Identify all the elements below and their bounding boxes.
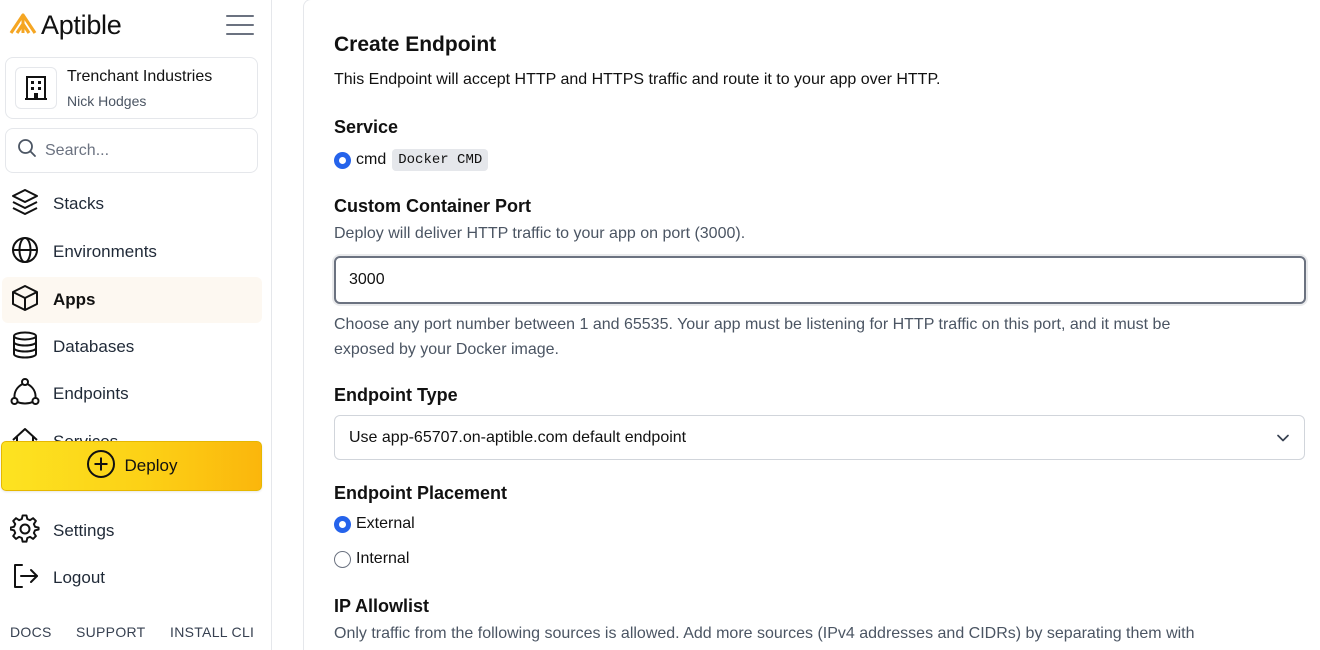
- building-icon: [15, 67, 57, 109]
- brand-name: Aptible: [41, 10, 122, 40]
- sidebar-item-settings[interactable]: Settings: [2, 508, 262, 554]
- port-help-top: Deploy will deliver HTTP traffic to your…: [334, 225, 746, 242]
- ip-allowlist-help: Only traffic from the following sources …: [334, 625, 1195, 642]
- search-input[interactable]: [45, 141, 245, 160]
- sidebar-item-label: Settings: [53, 521, 115, 540]
- service-option-cmd[interactable]: cmd Docker CMD: [334, 149, 489, 171]
- placement-option-internal[interactable]: Internal: [334, 550, 409, 568]
- page-description: This Endpoint will accept HTTP and HTTPS…: [334, 71, 941, 88]
- sidebar-item-label: Endpoints: [53, 384, 129, 403]
- page-title: Create Endpoint: [334, 33, 497, 56]
- brand-logo[interactable]: Aptible: [9, 10, 122, 41]
- placement-option-external[interactable]: External: [334, 515, 415, 533]
- org-user: Nick Hodges: [67, 92, 147, 109]
- port-help-line-1: Choose any port number between 1 and 655…: [334, 316, 1171, 333]
- sidebar-item-stacks[interactable]: Stacks: [2, 181, 262, 227]
- endpoint-type-label: Endpoint Type: [334, 385, 458, 405]
- org-name: Trenchant Industries: [67, 67, 213, 85]
- support-link[interactable]: SUPPORT: [76, 624, 170, 640]
- menu-toggle-icon[interactable]: [226, 15, 254, 35]
- services-icon: [10, 425, 40, 442]
- radio-checked-icon[interactable]: [334, 151, 351, 169]
- sidebar-nav: Stacks Environments Apps Databases Endpo…: [0, 180, 271, 442]
- sidebar-item-services[interactable]: Services: [2, 419, 262, 442]
- sidebar-item-label: Apps: [53, 290, 96, 309]
- deploy-label: Deploy: [124, 456, 178, 475]
- cube-icon: [10, 283, 40, 318]
- placement-option-label: External: [356, 515, 415, 532]
- footer-links: DOCS SUPPORT INSTALL CLI: [10, 624, 254, 640]
- placement-option-label: Internal: [356, 550, 410, 567]
- org-switcher[interactable]: Trenchant Industries Nick Hodges: [5, 57, 258, 119]
- service-option-label: cmd: [356, 151, 387, 168]
- aptible-logo-icon: [9, 11, 37, 40]
- search-box: [5, 128, 258, 173]
- endpoint-type-value: Use app-65707.on-aptible.com default end…: [349, 428, 687, 446]
- radio-checked-icon[interactable]: [334, 515, 351, 533]
- sidebar-item-label: Logout: [53, 568, 105, 587]
- ip-allowlist-label: IP Allowlist: [334, 596, 430, 616]
- database-icon: [10, 330, 40, 365]
- placement-label: Endpoint Placement: [334, 483, 508, 503]
- port-help-line-2: exposed by your Docker image.: [334, 341, 559, 358]
- network-icon: [10, 377, 40, 412]
- endpoint-type-select[interactable]: Use app-65707.on-aptible.com default end…: [334, 415, 1305, 460]
- install-cli-link[interactable]: INSTALL CLI: [170, 624, 254, 640]
- sidebar-item-label: Environments: [53, 242, 157, 261]
- port-input[interactable]: [334, 256, 1306, 304]
- sidebar-item-label: Stacks: [53, 194, 105, 213]
- gear-icon: [9, 513, 40, 549]
- sidebar-item-label: Databases: [53, 337, 135, 356]
- sidebar: Aptible Trenchant Industries Nick Hodges: [0, 0, 272, 650]
- port-label: Custom Container Port: [334, 196, 532, 216]
- docker-cmd-badge: Docker CMD: [392, 149, 489, 171]
- sidebar-item-databases[interactable]: Databases: [2, 324, 262, 370]
- docs-link[interactable]: DOCS: [10, 624, 76, 640]
- radio-unchecked-icon[interactable]: [334, 550, 351, 568]
- sidebar-item-endpoints[interactable]: Endpoints: [2, 371, 262, 417]
- layers-icon: [10, 187, 40, 222]
- search-icon: [17, 138, 37, 163]
- plus-circle-icon: [86, 449, 116, 484]
- globe-icon: [10, 235, 40, 270]
- service-label: Service: [334, 117, 399, 137]
- sidebar-item-environments[interactable]: Environments: [2, 229, 262, 275]
- sidebar-item-apps[interactable]: Apps: [2, 277, 262, 323]
- chevron-down-icon: [1276, 431, 1290, 450]
- logout-icon: [10, 561, 40, 596]
- deploy-button[interactable]: Deploy: [1, 441, 262, 491]
- sidebar-item-logout[interactable]: Logout: [2, 555, 262, 601]
